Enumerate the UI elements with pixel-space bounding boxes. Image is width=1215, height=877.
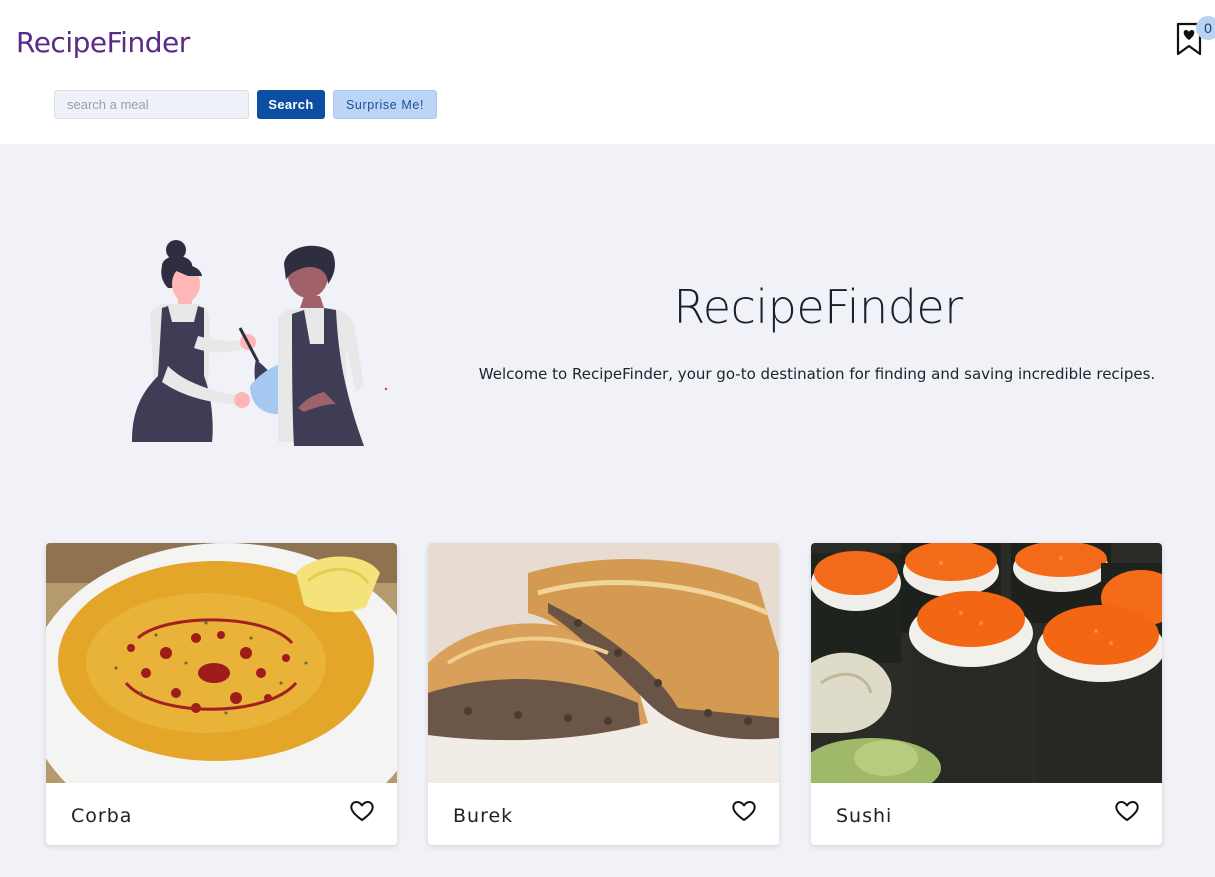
recipe-card[interactable]: Corba — [46, 543, 397, 845]
hero-title: RecipeFinder — [673, 280, 963, 334]
top-header: RecipeFinder Search Surprise Me! 0 — [0, 0, 1215, 144]
burek-pastry-photo[interactable] — [428, 543, 779, 783]
surprise-me-button[interactable]: Surprise Me! — [333, 90, 437, 119]
heart-outline-icon[interactable] — [731, 799, 757, 823]
recipe-card[interactable]: Sushi — [811, 543, 1162, 845]
lentil-soup-photo[interactable] — [46, 543, 397, 783]
sushi-rolls-photo[interactable] — [811, 543, 1162, 783]
saved-count-badge: 0 — [1196, 16, 1215, 40]
search-button[interactable]: Search — [257, 90, 325, 119]
heart-outline-icon[interactable] — [1114, 799, 1140, 823]
search-input[interactable] — [54, 90, 249, 119]
brand-logo[interactable]: RecipeFinder — [16, 26, 190, 59]
hero-subtitle: Welcome to RecipeFinder, your go-to dest… — [478, 365, 1156, 383]
saved-recipes-button[interactable]: 0 — [1172, 16, 1215, 60]
recipe-name: Sushi — [836, 805, 893, 827]
two-chefs-cooking-illustration — [132, 240, 388, 446]
heart-outline-icon[interactable] — [349, 799, 375, 823]
recipe-card[interactable]: Burek — [428, 543, 779, 845]
recipe-name: Corba — [71, 805, 133, 827]
recipe-name: Burek — [453, 805, 514, 827]
search-bar: Search Surprise Me! — [54, 90, 437, 119]
